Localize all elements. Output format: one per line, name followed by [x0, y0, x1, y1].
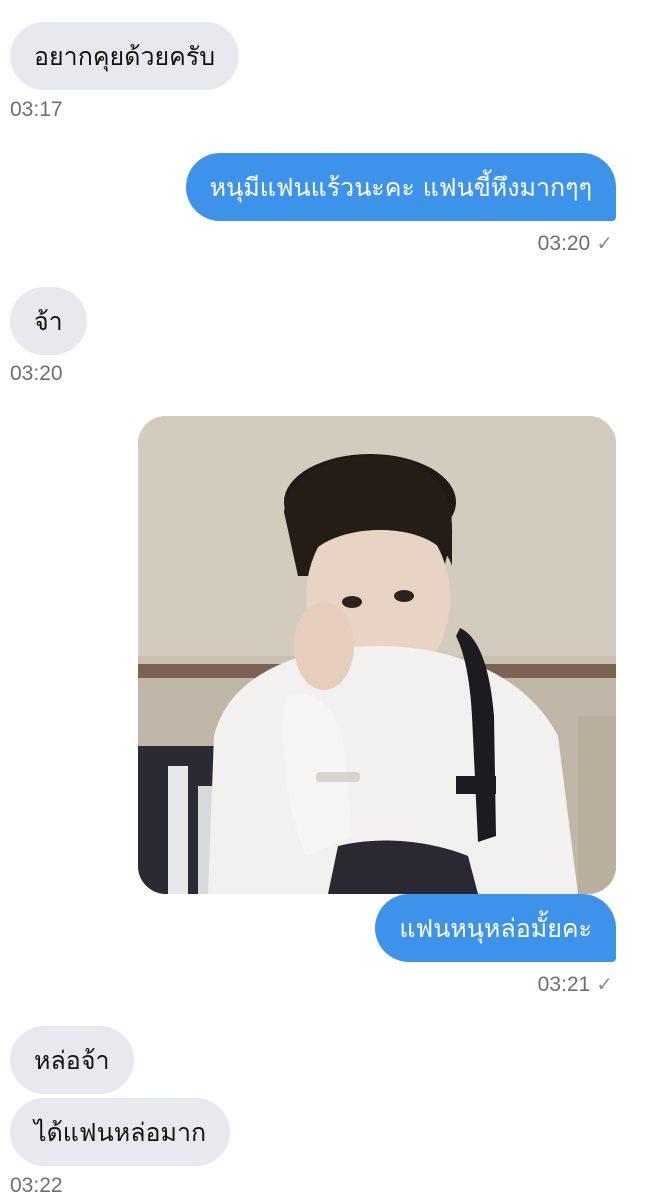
incoming-message-bubble[interactable]: อยากคุยด้วยครับ [10, 22, 240, 90]
outgoing-message-bubble[interactable]: แฟนหนุหล่อมั้ยคะ [375, 894, 616, 962]
timestamp-text: 03:20 [537, 231, 591, 255]
incoming-message-bubble[interactable]: ได้แฟนหล่อมาก [10, 1098, 231, 1166]
shared-photo[interactable] [138, 416, 616, 894]
incoming-message-bubble[interactable]: หล่อจ้า [10, 1026, 134, 1094]
sent-check-icon: ✓ [596, 974, 613, 996]
message-timestamp: 03:22 [10, 1174, 63, 1198]
photo-image [138, 416, 616, 894]
message-timestamp: 03:20 [10, 362, 63, 386]
timestamp-text: 03:17 [10, 98, 63, 121]
message-timestamp: 03:17 [10, 98, 63, 122]
timestamp-text: 03:20 [10, 362, 63, 385]
message-text: หนุมีแฟนแร้วนะคะ แฟนขี้หึงมากๆๆ [209, 172, 592, 202]
message-text: ได้แฟนหล่อมาก [34, 1117, 207, 1147]
incoming-message-bubble[interactable]: จ้า [10, 287, 87, 355]
timestamp-text: 03:22 [10, 1174, 63, 1197]
message-text: อยากคุยด้วยครับ [34, 41, 216, 71]
timestamp-text: 03:21 [537, 972, 591, 996]
message-text: จ้า [34, 306, 63, 336]
photo-caption: แฟนหนุหล่อมั้ยคะ [399, 913, 592, 943]
outgoing-message-bubble[interactable]: หนุมีแฟนแร้วนะคะ แฟนขี้หึงมากๆๆ [185, 153, 616, 221]
message-timestamp: 03:20 ✓ [538, 231, 613, 256]
message-timestamp: 03:21 ✓ [538, 972, 613, 997]
message-text: หล่อจ้า [34, 1045, 110, 1075]
sent-check-icon: ✓ [596, 233, 613, 255]
